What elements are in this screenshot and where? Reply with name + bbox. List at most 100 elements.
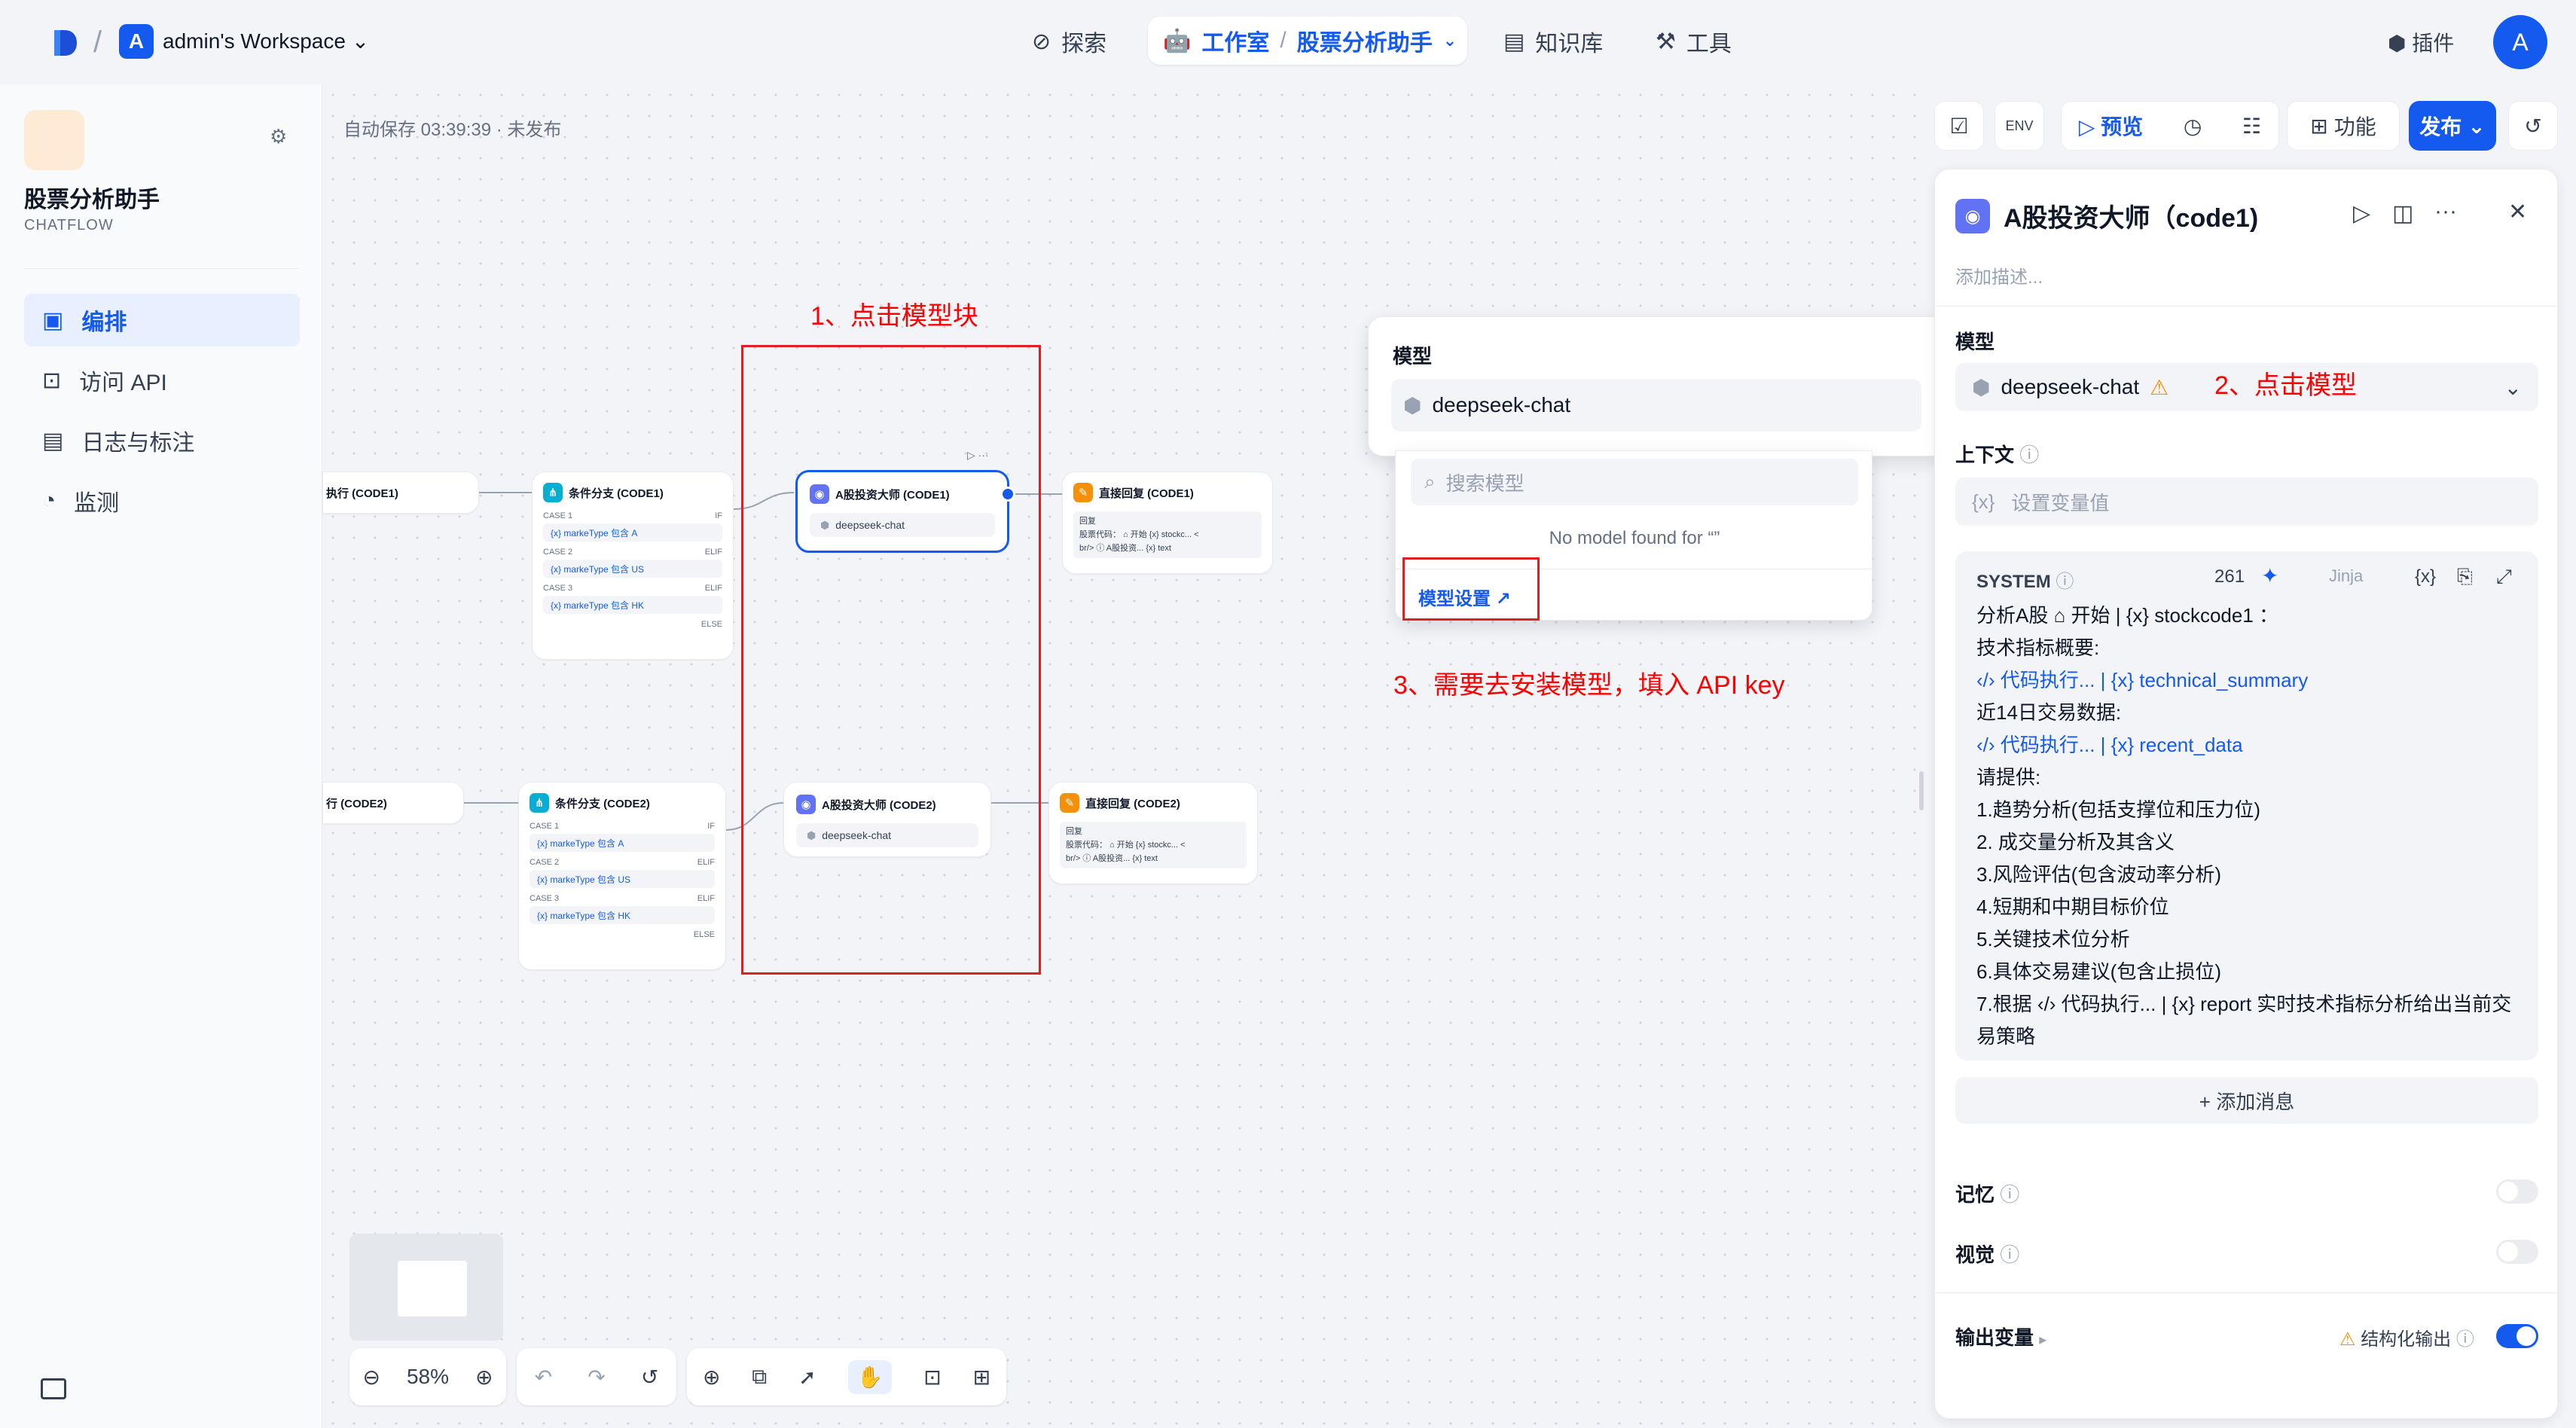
sidebar-item-monitor[interactable]: ◔ 监测 [24,474,300,527]
if-else-node-2[interactable]: ⋔ 条件分支 (CODE2) CASE 1 IF {x} markeType 包含 … [518,782,726,970]
token-count: 261 [2214,566,2245,587]
preview-button[interactable]: ▷ 预览 [2079,111,2143,141]
resize-handle[interactable] [1919,771,1924,810]
more-icon[interactable]: ··· [2434,199,2457,224]
workspace-switcher[interactable]: admin's Workspace ⌄ [163,29,369,53]
model-search-input[interactable]: ⌕ 搜索模型 [1411,459,1858,505]
sidebar-item-logs[interactable]: ▤ 日志与标注 [24,414,300,467]
no-model-message: No model found for “” [1549,528,1720,548]
sidebar-item-orchestrate[interactable]: ▣ 编排 [24,294,300,346]
add-node-icon[interactable]: ⊕ [703,1365,720,1390]
redo-icon[interactable]: ↷ [588,1365,605,1390]
checklist-button[interactable]: ☑ [1934,101,1984,151]
structured-output-toggle[interactable] [2496,1324,2538,1348]
preview-group: ▷ 预览 ◷ ☷ [2061,101,2279,151]
model-popup-header: 模型 ⬢ deepseek-chat [1368,316,1946,456]
annotation-box-settings [1402,557,1540,621]
pointer-icon[interactable]: ➚ [798,1365,816,1390]
code-node-1[interactable]: 执行 (CODE1) [322,471,479,514]
prompt-line: 5.关键技术位分析 [1976,928,2130,950]
panel-title[interactable]: A股投资大师（code1) [2004,197,2258,234]
nav-studio[interactable]: 🤖 工作室 / 股票分析助手 ⌄ [1148,17,1467,65]
app-type: CHATFLOW [24,217,114,233]
history-run-icon[interactable]: ◷ [2184,114,2202,139]
plugins-button[interactable]: ⬢ 插件 [2388,27,2454,57]
layout-icon: ▣ [42,307,64,333]
hand-icon[interactable]: ✋ [847,1359,893,1394]
description-input[interactable]: 添加描述... [1955,262,2043,288]
features-button[interactable]: ⊞ 功能 [2287,101,2400,151]
code-node-2[interactable]: 行 (CODE2) [322,782,464,824]
export-image-icon[interactable]: ⊡ [923,1365,941,1390]
gauge-icon: ◔ [42,488,56,513]
organize-icon[interactable]: ⊞ [973,1365,990,1390]
add-note-icon[interactable]: ⧉ [752,1365,767,1390]
divider [24,268,298,269]
prompt-line: 7.根据 ‹/› 代码执行... | {x} report 实时技术指标分析给出… [1976,993,2512,1015]
add-message-button[interactable]: + 添加消息 [1955,1077,2538,1124]
workspace-avatar[interactable]: A [119,24,154,59]
system-label: SYSTEM ⓘ [1976,572,2074,592]
insert-variable-icon[interactable]: {x} [2415,566,2436,587]
zoom-level[interactable]: 58% [407,1365,449,1389]
zoom-out-icon[interactable]: ⊖ [363,1365,380,1390]
run-node-icon[interactable]: ▷ [2353,200,2370,227]
workflow-canvas[interactable] [322,84,1934,1428]
nav-tools[interactable]: ⚒ 工具 [1656,20,1732,63]
close-icon[interactable]: ✕ [2508,199,2527,225]
user-avatar[interactable]: A [2493,15,2547,69]
help-icon: ⓘ [2455,1329,2474,1350]
minimap-viewport[interactable] [398,1261,467,1317]
book-icon: ▤ [1503,29,1525,54]
prompt-text[interactable]: 分析A股 ⌂ 开始 | {x} stockcode1 ： 技术指标概要: ‹/›… [1976,600,2526,1053]
prompt-line: 4.短期和中期目标价位 [1976,896,2169,918]
prompt-line: 请提供: [1976,766,2041,789]
copy-icon[interactable]: ⎘ [2457,565,2473,589]
minimap[interactable] [349,1234,503,1341]
toggle-knob [2516,1326,2536,1346]
nav-knowledge[interactable]: ▤ 知识库 [1503,20,1603,63]
dify-logo-icon[interactable] [50,27,81,59]
branch-icon: ⋔ [530,793,549,813]
answer-node-2[interactable]: ✎ 直接回复 (CODE2) 回复 股票代码： ⌂ 开始 {x} stockc..… [1048,782,1258,884]
chevron-right-icon: ▸ [2039,1332,2047,1348]
checklist-icon: ☑ [1949,114,1969,138]
app-breadcrumb[interactable]: 股票分析助手 [1297,24,1433,57]
memory-label: 记忆 ⓘ [1955,1183,2020,1206]
history-icon[interactable]: ↺ [641,1365,658,1390]
answer-node-1[interactable]: ✎ 直接回复 (CODE1) 回复 股票代码： ⌂ 开始 {x} stockc..… [1062,471,1273,574]
prompt-line: ‹/› 代码执行... | {x} technical_summary [1976,669,2309,691]
prompt-line: 分析A股 ⌂ 开始 | {x} stockcode1 ： [1976,604,2279,627]
model-label: 模型 [1955,331,1995,353]
jinja-toggle[interactable]: Jinja [2329,566,2363,586]
model-popup-trigger[interactable]: ⬢ deepseek-chat [1391,379,1921,432]
memory-toggle[interactable] [2496,1179,2538,1204]
publish-button[interactable]: 发布 ⌄ [2409,101,2496,151]
version-history-button[interactable]: ↺ [2508,101,2558,151]
zoom-in-icon[interactable]: ⊕ [475,1365,493,1390]
divider [1934,306,2558,307]
undo-icon[interactable]: ↶ [535,1365,552,1390]
reply-icon: ✎ [1073,483,1093,502]
env-button[interactable]: ENV [1995,101,2044,151]
robot-icon: 🤖 [1163,28,1192,53]
help-icon: ⓘ [2056,572,2074,592]
variable-icon: {x} [1972,490,1995,513]
settings-sliders-icon[interactable]: ⚙ [270,125,287,148]
if-else-node-1[interactable]: ⋔ 条件分支 (CODE1) CASE 1 IF {x} markeType 包含 … [532,471,734,660]
toggle-knob [2498,1242,2518,1262]
collapse-sidebar-icon[interactable] [41,1378,66,1399]
checklist-icon[interactable]: ☷ [2242,114,2261,139]
context-variable-selector[interactable]: {x} 设置变量值 [1955,478,2538,526]
output-vars-toggle[interactable]: 输出变量 ▸ [1955,1323,2046,1350]
vision-toggle[interactable] [2496,1240,2538,1264]
sidebar-item-api[interactable]: ⊡ 访问 API [24,354,300,407]
annotation-box-nodes [741,345,1041,975]
terminal-icon: ⊡ [42,368,62,393]
model-popup-label: 模型 [1393,345,1433,368]
nav-explore[interactable]: ⊘ 探索 [1032,20,1106,63]
chevron-down-icon: ⌄ [2504,375,2522,399]
split-view-icon[interactable]: ◫ [2392,200,2413,227]
sparkle-icon[interactable]: ✦ [2261,563,2278,588]
expand-icon[interactable]: ⤢ [2496,565,2512,589]
